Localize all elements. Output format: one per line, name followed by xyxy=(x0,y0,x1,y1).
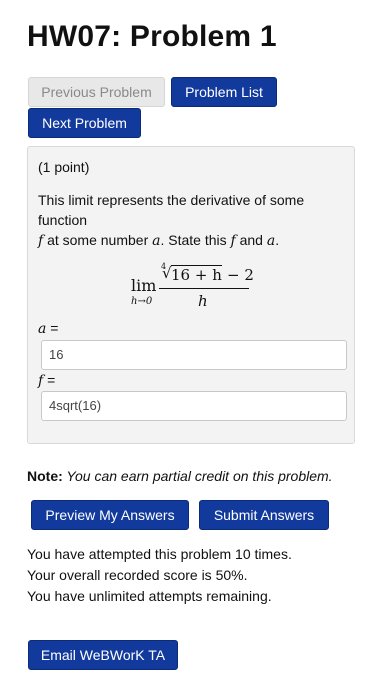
formula-minus-two: − 2 xyxy=(227,266,254,284)
statement-text: and xyxy=(235,232,267,248)
statement-text: at some number xyxy=(43,232,153,248)
previous-problem-button[interactable]: Previous Problem xyxy=(28,77,165,107)
f-answer-input[interactable]: 4sqrt(16) xyxy=(41,391,347,421)
note-label: Note: xyxy=(27,468,63,484)
fraction-denominator: h xyxy=(198,292,208,310)
lim-operator: lim xyxy=(131,276,157,295)
lim-subscript: h→0 xyxy=(131,296,153,307)
next-problem-button[interactable]: Next Problem xyxy=(28,108,141,138)
problem-page: HW07: Problem 1 Previous Problem Problem… xyxy=(0,0,382,700)
attempts-status: You have attempted this problem 10 times… xyxy=(27,546,292,562)
radicand: 16 + h xyxy=(171,265,222,284)
note-text: You can earn partial credit on this prob… xyxy=(62,468,333,484)
email-ta-button[interactable]: Email WeBWorK TA xyxy=(28,640,178,670)
statement-text: . xyxy=(275,232,280,248)
remaining-status: You have unlimited attempts remaining. xyxy=(27,588,272,604)
preview-answers-button[interactable]: Preview My Answers xyxy=(31,500,189,530)
equals-sign: = xyxy=(43,372,56,388)
equals-sign: = xyxy=(46,320,59,336)
problem-points: (1 point) xyxy=(38,159,90,175)
page-title: HW07: Problem 1 xyxy=(27,20,277,53)
submit-answers-button[interactable]: Submit Answers xyxy=(199,500,329,530)
score-status: Your overall recorded score is 50%. xyxy=(27,567,248,583)
partial-credit-note: Note: You can earn partial credit on thi… xyxy=(27,466,333,486)
fraction-bar xyxy=(159,288,249,289)
a-symbol: a xyxy=(266,233,276,249)
problem-statement-line1: This limit represents the derivative of … xyxy=(38,192,305,208)
a-label: a = xyxy=(38,318,58,339)
statement-text: . State this xyxy=(160,232,231,248)
problem-statement-line3: f at some number a. State this f and a. xyxy=(38,230,279,251)
a-answer-input[interactable]: 16 xyxy=(41,340,347,370)
problem-list-button[interactable]: Problem List xyxy=(171,77,277,107)
f-label: f = xyxy=(38,370,55,391)
problem-statement-line2: function xyxy=(38,212,88,228)
